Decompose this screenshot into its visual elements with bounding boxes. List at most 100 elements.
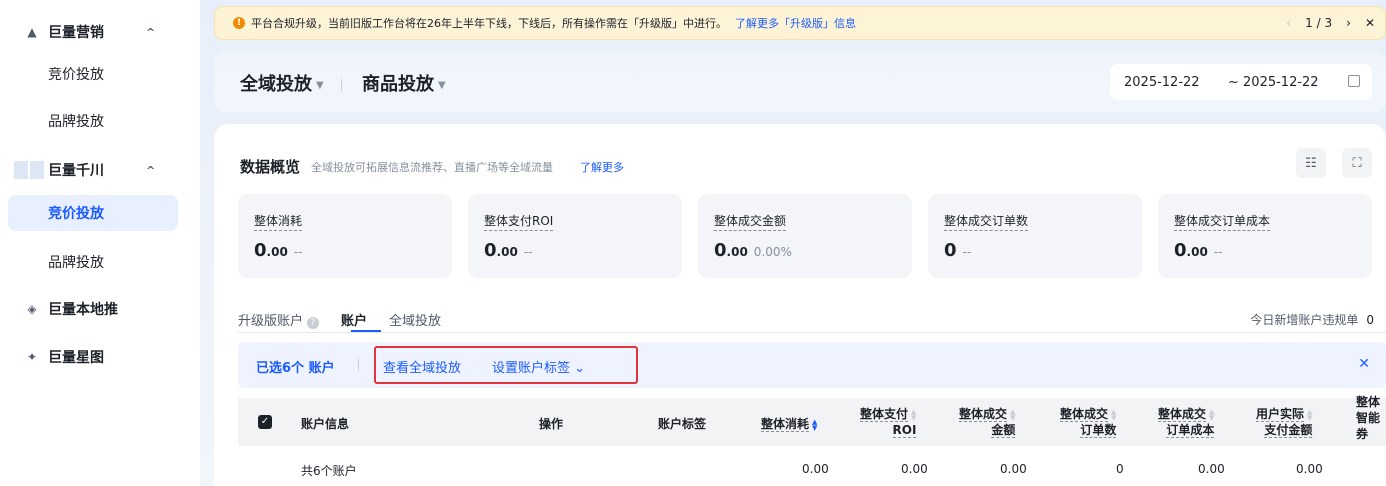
table-summary-row: 共6个账户 0.00 0.00 0.00 0 0.00 0.00	[238, 446, 1386, 486]
page-title-dropdown[interactable]: 全域投放 ▼	[240, 70, 324, 96]
prev-page-icon[interactable]: ‹	[1286, 16, 1291, 30]
sidebar-group-qianchuan[interactable]: 巨量千川 ^	[0, 152, 200, 188]
sidebar: ▲ 巨量营销 ^ 竞价投放 品牌投放 巨量千川 ^ 竞价投放 品牌投放 ◈ 巨量…	[0, 0, 200, 486]
highlight-box	[374, 346, 638, 384]
col-tag: 账户标签	[658, 417, 707, 431]
sort-icon: ▲ ▼	[1010, 407, 1016, 422]
date-range-picker[interactable]: 2025-12-22 ~ 2025-12-22	[1110, 64, 1372, 100]
tab-global-delivery[interactable]: 全域投放	[389, 310, 441, 334]
sidebar-item-qianchuan-bidding[interactable]: 竞价投放	[8, 195, 178, 231]
content-card: 数据概览 全域投放可拓展信息流推荐、直播广场等全域流量 了解更多 ☷ ⛶ 整体消…	[214, 124, 1386, 486]
selection-bar: 已选6个 账户 查看全域投放 设置账户标签 ⌄ ✕	[238, 342, 1386, 388]
overview-description: 全域投放可拓展信息流推荐、直播广场等全域流量	[311, 161, 553, 174]
metric-card: 整体成交金额 0.00 0.00%	[698, 194, 912, 278]
page-subtitle: 商品投放	[362, 74, 434, 95]
tab-upgraded-accounts[interactable]: 升级版账户?	[238, 310, 320, 334]
sort-icon: ▲ ▼	[812, 417, 818, 432]
select-all-checkbox[interactable]: ✓	[258, 415, 272, 429]
col-roi[interactable]: 整体支付 ▲ ▼ ROI	[860, 406, 917, 438]
help-icon: ?	[307, 317, 320, 329]
page-title: 全域投放	[240, 74, 312, 95]
sidebar-group-ocean-engine[interactable]: ▲ 巨量营销 ^	[0, 14, 200, 50]
sort-icon: ▲ ▼	[1209, 407, 1215, 422]
table-header: ✓ 账户信息 操作 账户标签 整体消耗 ▲ ▼ 整体支付 ▲ ▼ ROI 整体成交 ▲ ▼ 金额…	[238, 395, 1386, 446]
metric-label: 整体支付ROI	[484, 212, 554, 231]
metric-label: 整体成交金额	[714, 212, 787, 231]
col-gmv[interactable]: 整体成交 ▲ ▼ 金额	[959, 406, 1016, 438]
title-divider	[341, 79, 342, 91]
page-subtitle-dropdown[interactable]: 商品投放 ▼	[362, 70, 446, 96]
metric-value: 0.00 0.00%	[714, 240, 792, 261]
metric-compare: --	[962, 245, 972, 259]
notice-learn-more-link[interactable]: 了解更多「升级版」信息	[735, 15, 856, 31]
sidebar-group-star-map[interactable]: ✦ 巨量星图	[0, 339, 200, 375]
upgrade-notice-bar: ! 平台合规升级，当前旧版工作台将在26年上半年下线，下线后，所有操作需在「升级…	[214, 6, 1386, 40]
metric-compare: --	[523, 245, 533, 259]
close-icon[interactable]: ✕	[1365, 16, 1375, 30]
metric-label: 整体消耗	[254, 212, 303, 231]
summary-roi: 0.00	[901, 462, 928, 476]
metric-compare: --	[1213, 245, 1223, 259]
summary-cost: 0.00	[802, 462, 829, 476]
metric-card: 整体支付ROI 0.00 --	[468, 194, 682, 278]
col-smart[interactable]: 整体 智能券	[1356, 394, 1380, 442]
metric-label: 整体成交订单成本	[1174, 212, 1271, 231]
metric-card: 整体成交订单数 0 --	[928, 194, 1142, 278]
sort-icon: ▲ ▼	[911, 407, 917, 422]
metric-label: 整体成交订单数	[944, 212, 1029, 231]
sidebar-group-label: 巨量千川	[48, 163, 104, 179]
metric-card: 整体成交订单成本 0.00 --	[1158, 194, 1372, 278]
summary-label: 共6个账户	[301, 464, 357, 478]
col-order-cost[interactable]: 整体成交 ▲ ▼ 订单成本	[1158, 406, 1215, 438]
metric-value: 0.00 --	[254, 240, 303, 261]
violation-counter[interactable]: 今日新增账户违规单 0	[1250, 311, 1374, 328]
metric-value: 0.00 --	[1174, 240, 1223, 261]
summary-order-cost: 0.00	[1198, 462, 1225, 476]
sidebar-item-qianchuan-brand[interactable]: 品牌投放	[0, 244, 200, 280]
col-orders[interactable]: 整体成交 ▲ ▼ 订单数	[1060, 406, 1117, 438]
caret-down-icon: ▼	[438, 79, 446, 91]
close-icon[interactable]: ✕	[1358, 356, 1370, 372]
selection-divider	[358, 359, 359, 371]
summary-user-paid: 0.00	[1296, 462, 1323, 476]
sort-icon: ▲ ▼	[1111, 407, 1117, 422]
notice-text: 平台合规升级，当前旧版工作台将在26年上半年下线，下线后，所有操作需在「升级版」…	[251, 17, 727, 30]
sidebar-group-label: 巨量本地推	[48, 302, 118, 318]
summary-gmv: 0.00	[1000, 462, 1027, 476]
calendar-icon	[1348, 75, 1360, 87]
metric-compare: --	[293, 245, 303, 259]
filter-settings-icon[interactable]: ☷	[1296, 148, 1326, 178]
overview-learn-more-link[interactable]: 了解更多	[580, 159, 624, 175]
chevron-up-icon[interactable]: ^	[146, 164, 155, 177]
diamond-icon: ◈	[27, 302, 37, 316]
metric-compare: 0.00%	[753, 245, 792, 259]
caret-down-icon: ▼	[316, 79, 324, 91]
metric-value: 0 --	[944, 240, 972, 261]
sidebar-group-label: 巨量星图	[48, 350, 104, 366]
qianchuan-logo-icon	[14, 161, 28, 179]
col-user-paid[interactable]: 用户实际 ▲ ▼ 支付金额	[1256, 406, 1313, 438]
sidebar-group-local-push[interactable]: ◈ 巨量本地推	[0, 291, 200, 327]
violation-count: 0	[1366, 313, 1374, 327]
col-account: 账户信息	[301, 417, 350, 431]
notice-pager: ‹ 1 / 3 › ✕	[1286, 7, 1375, 39]
col-operation: 操作	[539, 417, 564, 431]
col-cost[interactable]: 整体消耗 ▲ ▼	[761, 415, 817, 432]
warning-icon: !	[233, 17, 245, 29]
main-area: ! 平台合规升级，当前旧版工作台将在26年上半年下线，下线后，所有操作需在「升级…	[200, 0, 1386, 486]
notice-page-indicator: 1 / 3	[1305, 16, 1333, 30]
next-page-icon[interactable]: ›	[1346, 16, 1351, 30]
triangle-logo-icon: ▲	[27, 25, 37, 39]
overview-title: 数据概览	[240, 158, 301, 176]
fullscreen-icon[interactable]: ⛶	[1342, 148, 1372, 178]
sort-icon: ▲ ▼	[1307, 407, 1313, 422]
star-map-icon: ✦	[26, 350, 38, 364]
metric-value: 0.00 --	[484, 240, 533, 261]
account-tabs: 升级版账户? 账户 全域投放	[238, 310, 441, 334]
sidebar-item-bidding[interactable]: 竞价投放	[0, 56, 200, 92]
metric-card: 整体消耗 0.00 --	[238, 194, 452, 278]
chevron-up-icon[interactable]: ^	[146, 26, 155, 39]
sidebar-group-label: 巨量营销	[48, 25, 104, 41]
date-start: 2025-12-22	[1124, 74, 1200, 90]
sidebar-item-brand[interactable]: 品牌投放	[0, 103, 200, 139]
